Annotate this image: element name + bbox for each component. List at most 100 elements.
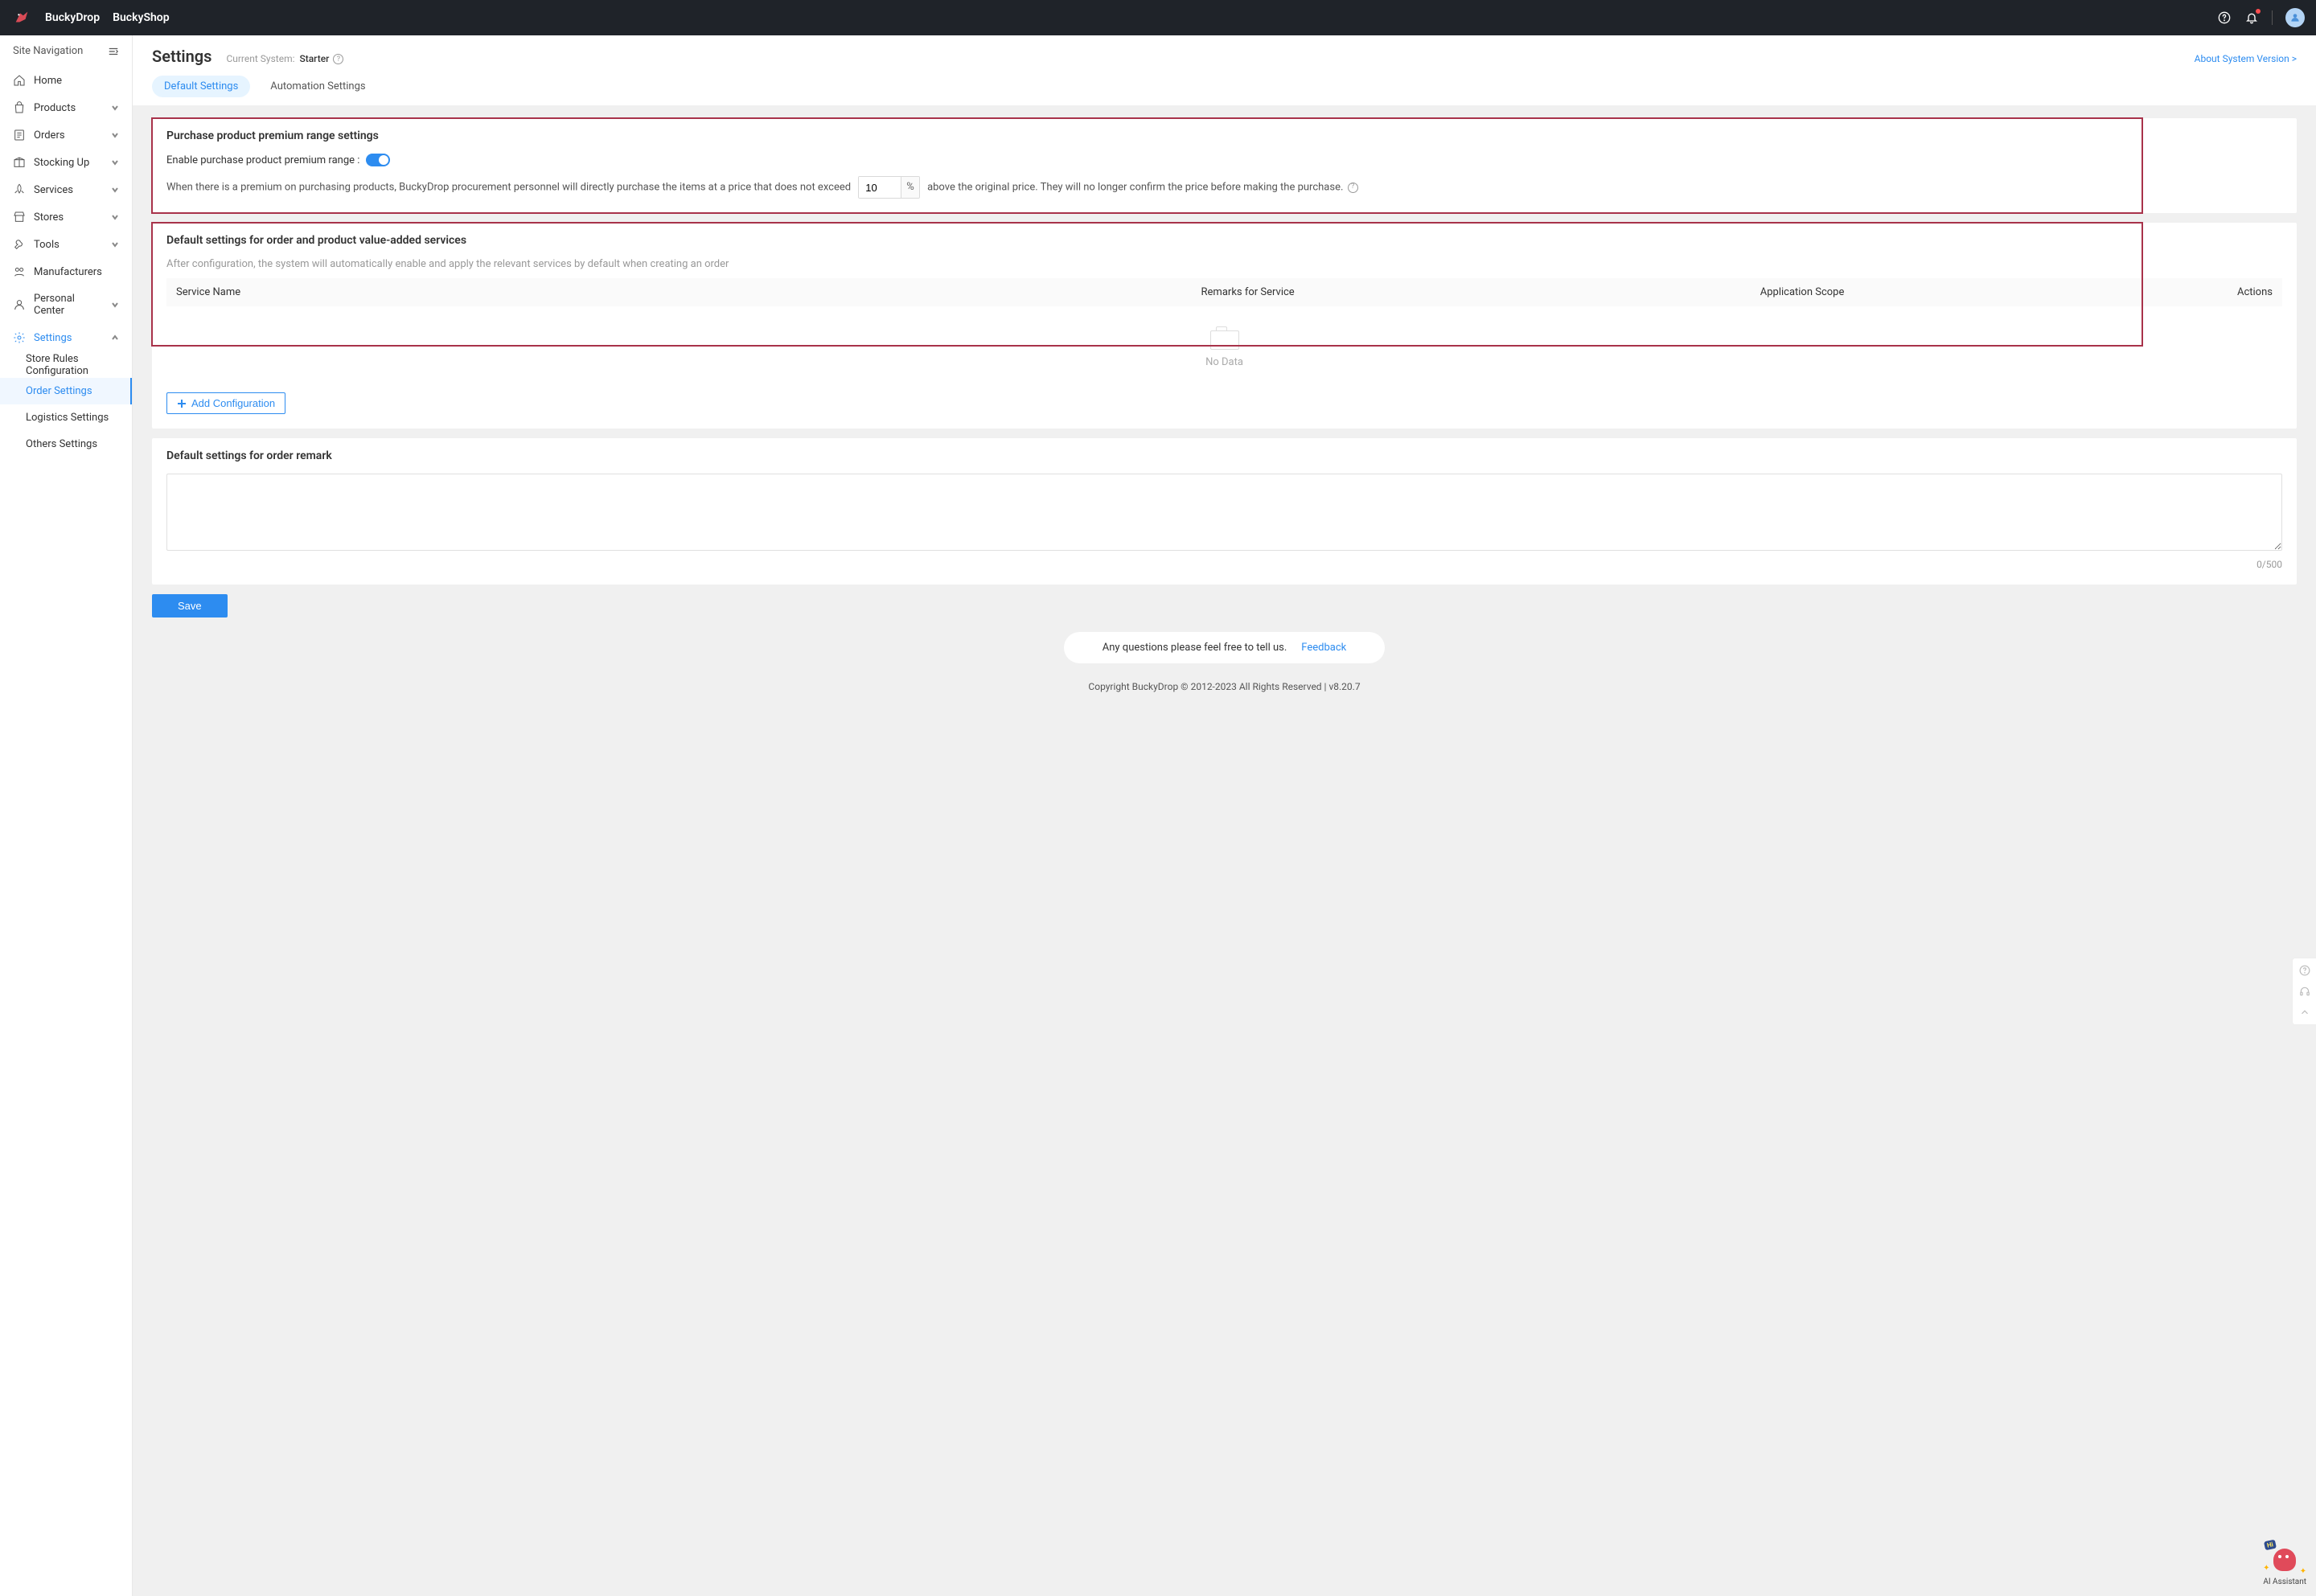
assistant-mascot-icon: Hi ✦ ✦ — [2268, 1542, 2302, 1576]
home-icon — [13, 74, 26, 87]
gear-icon — [13, 331, 26, 344]
chevron-down-icon — [111, 213, 119, 221]
sidebar-item-label: Manufacturers — [34, 266, 119, 278]
sidebar-item-label: Personal Center — [34, 293, 103, 317]
about-system-link[interactable]: About System Version > — [2195, 53, 2297, 64]
help-icon[interactable]: ? — [1348, 183, 1358, 193]
chevron-down-icon — [111, 186, 119, 194]
sidebar-item-label: Stocking Up — [34, 157, 103, 169]
footer-question: Any questions please feel free to tell u… — [1103, 642, 1287, 654]
chevron-down-icon — [111, 131, 119, 139]
sidebar-item-orders[interactable]: Orders — [0, 121, 132, 149]
help-rail-icon[interactable] — [2299, 965, 2310, 976]
tab-automation-settings[interactable]: Automation Settings — [258, 76, 377, 97]
topbar: BuckyDrop BuckyShop — [0, 0, 2316, 35]
add-configuration-button[interactable]: Add Configuration — [166, 392, 285, 414]
current-system: Current System: Starter ? — [226, 53, 343, 64]
card-order-remark: Default settings for order remark 0/500 — [152, 438, 2297, 585]
person-icon — [13, 298, 26, 311]
float-rail — [2292, 958, 2316, 1025]
topbar-right — [2217, 8, 2305, 27]
sidebar-item-stocking-up[interactable]: Stocking Up — [0, 149, 132, 176]
col-remarks: Remarks for Service — [1201, 286, 1760, 298]
topbar-left: BuckyDrop BuckyShop — [11, 7, 170, 28]
sidebar-item-personal-center[interactable]: Personal Center — [0, 285, 132, 324]
notification-dot — [2256, 9, 2261, 14]
sidebar-item-label: Orders — [34, 129, 103, 142]
site-navigation-label: Site Navigation — [13, 45, 83, 57]
sidebar-sub-order-settings[interactable]: Order Settings — [0, 378, 132, 404]
remark-textarea[interactable] — [166, 474, 2282, 551]
premium-input-group: % — [858, 176, 920, 199]
sidebar-item-settings[interactable]: Settings — [0, 324, 132, 351]
card-title: Default settings for order remark — [166, 449, 2282, 462]
plus-icon — [177, 399, 187, 408]
page-title: Settings — [152, 47, 211, 66]
tabs: Default Settings Automation Settings — [152, 76, 2297, 105]
card-premium-range: Purchase product premium range settings … — [152, 118, 2297, 213]
wrench-icon — [13, 238, 26, 251]
empty-state: No Data — [166, 306, 2282, 376]
chevron-up-icon — [111, 334, 119, 342]
sidebar-item-products[interactable]: Products — [0, 94, 132, 121]
sidebar-item-tools[interactable]: Tools — [0, 231, 132, 258]
sidebar-header: Site Navigation — [0, 35, 132, 67]
premium-sentence: When there is a premium on purchasing pr… — [166, 176, 2282, 199]
sidebar-sub-others-settings[interactable]: Others Settings — [0, 431, 132, 457]
sidebar-item-services[interactable]: Services — [0, 176, 132, 203]
enable-premium-label: Enable purchase product premium range : — [166, 154, 359, 166]
headset-rail-icon[interactable] — [2299, 986, 2310, 997]
sidebar-item-label: Tools — [34, 239, 103, 251]
table-header: Service Name Remarks for Service Applica… — [166, 278, 2282, 306]
ai-assistant-button[interactable]: Hi ✦ ✦ AI Assistant — [2263, 1542, 2306, 1586]
box-icon — [13, 156, 26, 169]
store-icon — [13, 211, 26, 224]
collapse-icon[interactable] — [108, 46, 119, 57]
card-title: Purchase product premium range settings — [166, 129, 2282, 142]
footer-pill: Any questions please feel free to tell u… — [1064, 632, 1385, 663]
sidebar-sub-store-rules[interactable]: Store Rules Configuration — [0, 351, 132, 378]
sidebar-item-label: Stores — [34, 211, 103, 224]
page-header: Settings Current System: Starter ? About… — [133, 35, 2316, 105]
card-title: Default settings for order and product v… — [166, 234, 2282, 247]
logo-icon — [11, 7, 32, 28]
assistant-label: AI Assistant — [2263, 1578, 2306, 1586]
remark-counter: 0/500 — [166, 559, 2282, 570]
premium-percent-input[interactable] — [859, 177, 901, 198]
col-scope: Application Scope — [1760, 286, 2133, 298]
percent-suffix: % — [901, 177, 919, 198]
card-value-added-services: Default settings for order and product v… — [152, 223, 2297, 429]
help-icon[interactable]: ? — [333, 54, 343, 64]
brand-buckydrop[interactable]: BuckyDrop — [45, 11, 100, 24]
col-actions: Actions — [2133, 286, 2273, 298]
card-desc: After configuration, the system will aut… — [166, 258, 2282, 270]
empty-text: No Data — [166, 356, 2282, 368]
enable-premium-toggle[interactable] — [366, 154, 390, 166]
chevron-down-icon — [111, 104, 119, 112]
sidebar-item-label: Services — [34, 184, 103, 196]
chevron-up-rail-icon[interactable] — [2299, 1007, 2310, 1018]
chevron-down-icon — [111, 240, 119, 248]
sidebar-item-home[interactable]: Home — [0, 67, 132, 94]
tab-default-settings[interactable]: Default Settings — [152, 76, 250, 97]
brand-buckyshop[interactable]: BuckyShop — [113, 11, 170, 24]
avatar[interactable] — [2285, 8, 2305, 27]
shopping-bag-icon — [13, 101, 26, 114]
help-icon[interactable] — [2217, 10, 2232, 25]
chevron-down-icon — [111, 301, 119, 309]
bell-icon[interactable] — [2244, 10, 2259, 25]
col-service-name: Service Name — [176, 286, 1201, 298]
sidebar-item-label: Settings — [34, 332, 103, 344]
save-button[interactable]: Save — [152, 594, 228, 617]
sidebar: Site Navigation Home Products Orders Sto… — [0, 35, 133, 1596]
factory-icon — [13, 265, 26, 278]
sidebar-item-stores[interactable]: Stores — [0, 203, 132, 231]
sidebar-item-label: Products — [34, 102, 103, 114]
sidebar-sub-logistics-settings[interactable]: Logistics Settings — [0, 404, 132, 431]
sidebar-item-manufacturers[interactable]: Manufacturers — [0, 258, 132, 285]
feedback-link[interactable]: Feedback — [1301, 642, 1346, 654]
topbar-divider — [2272, 10, 2273, 25]
rocket-icon — [13, 183, 26, 196]
sidebar-item-label: Home — [34, 75, 119, 87]
chevron-down-icon — [111, 158, 119, 166]
